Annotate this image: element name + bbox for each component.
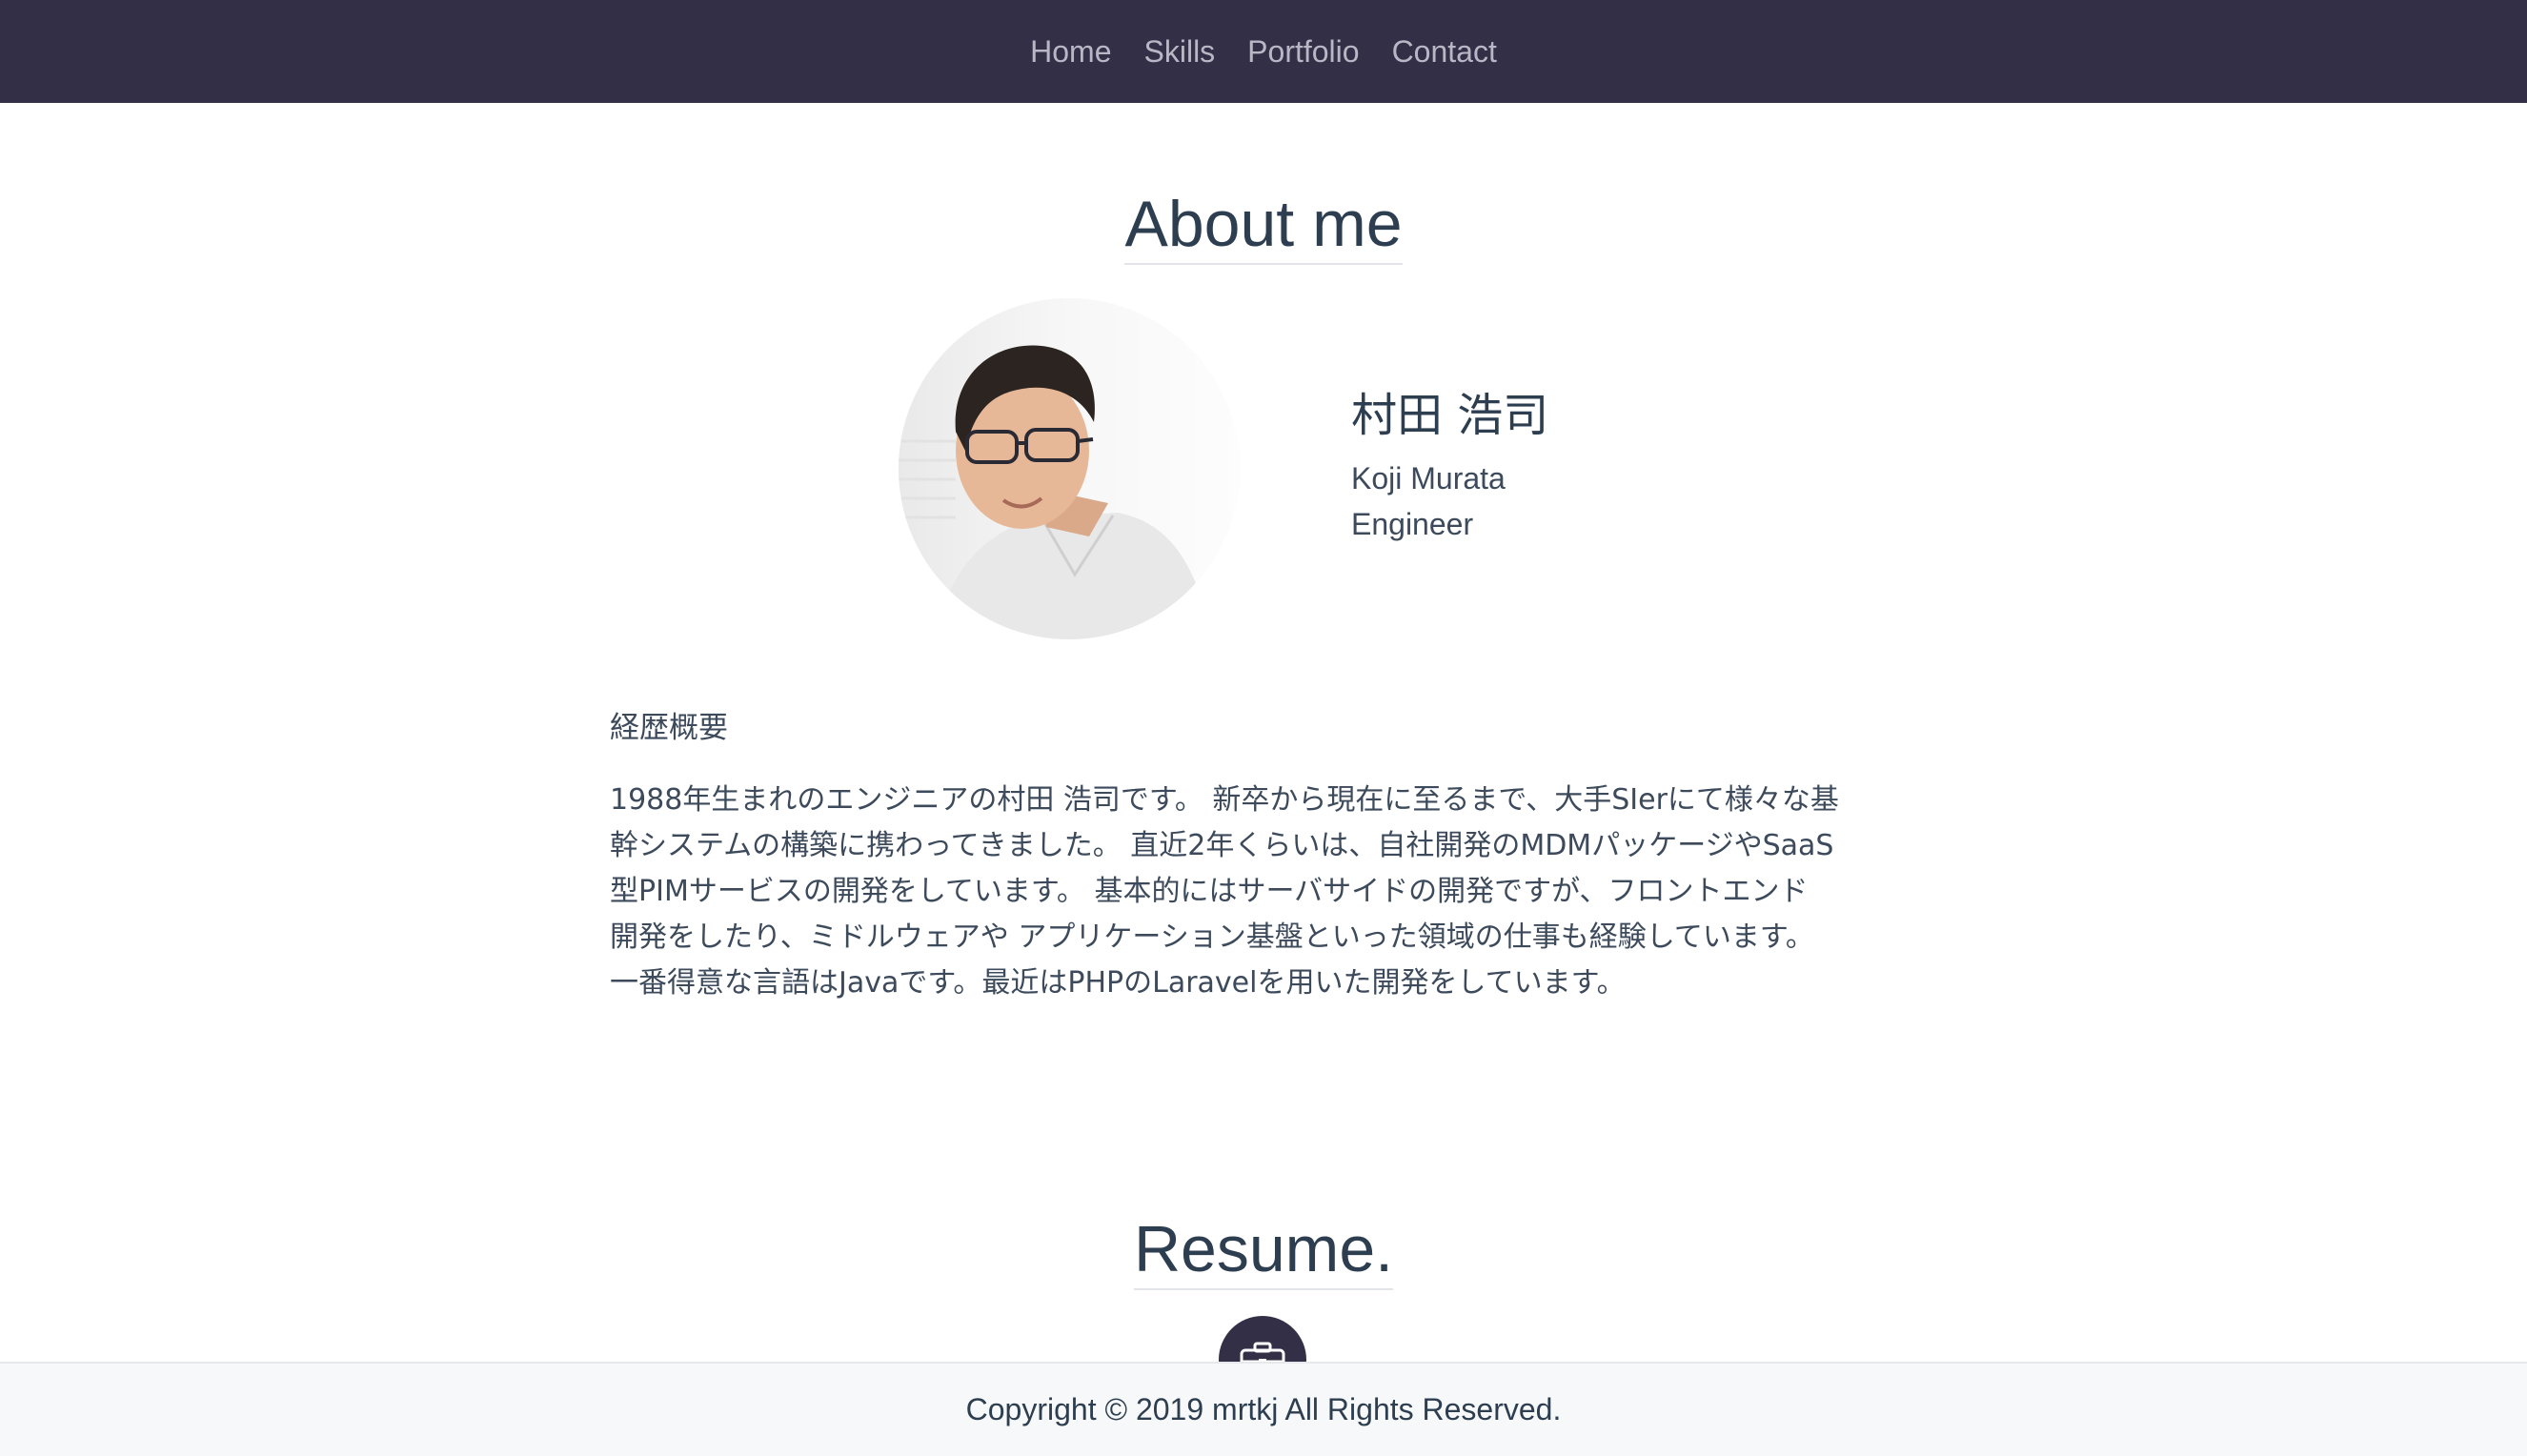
nav-link-skills[interactable]: Skills: [1144, 34, 1216, 70]
about-title-text: About me: [1124, 187, 1403, 266]
career-line: 1988年生まれのエンジニアの村田 浩司です。 新卒から現在に至るまで、大手SI…: [610, 783, 1839, 817]
profile-name-english: Koji Murata: [1351, 461, 1506, 495]
profile-photo-illustration: [899, 298, 1240, 639]
career-line: 一番得意な言語はJavaです。最近はPHPのLaravelを用いた開発をしていま…: [610, 966, 1626, 1000]
career-line: 型PIMサービスの開発をしています。 基本的にはサーバサイドの開発ですが、フロン…: [610, 875, 1809, 908]
resume-title: Resume.: [0, 1212, 2527, 1291]
page-footer: Copyright © 2019 mrtkj All Rights Reserv…: [0, 1362, 2527, 1456]
copyright-text: Copyright © 2019 mrtkj All Rights Reserv…: [965, 1392, 1562, 1426]
career-line: 開発をしたり、ミドルウェアや アプリケーション基盤といった領域の仕事も経験してい…: [610, 920, 1814, 954]
profile-role: Engineer: [1351, 507, 1474, 541]
about-title: About me: [0, 187, 2527, 266]
nav-link-portfolio[interactable]: Portfolio: [1247, 34, 1359, 70]
career-heading: 経歴概要: [610, 711, 728, 745]
career-summary: 1988年生まれのエンジニアの村田 浩司です。 新卒から現在に至るまで、大手SI…: [610, 778, 1915, 1006]
nav-link-contact[interactable]: Contact: [1392, 34, 1497, 70]
profile-photo: [899, 298, 1240, 639]
resume-title-text: Resume.: [1133, 1212, 1394, 1291]
top-navbar: Home Skills Portfolio Contact: [0, 0, 2527, 103]
nav-link-home[interactable]: Home: [1030, 34, 1111, 70]
career-line: 幹システムの構築に携わってきました。 直近2年くらいは、自社開発のMDMパッケー…: [610, 829, 1834, 862]
profile-name-japanese: 村田 浩司: [1351, 389, 1549, 442]
